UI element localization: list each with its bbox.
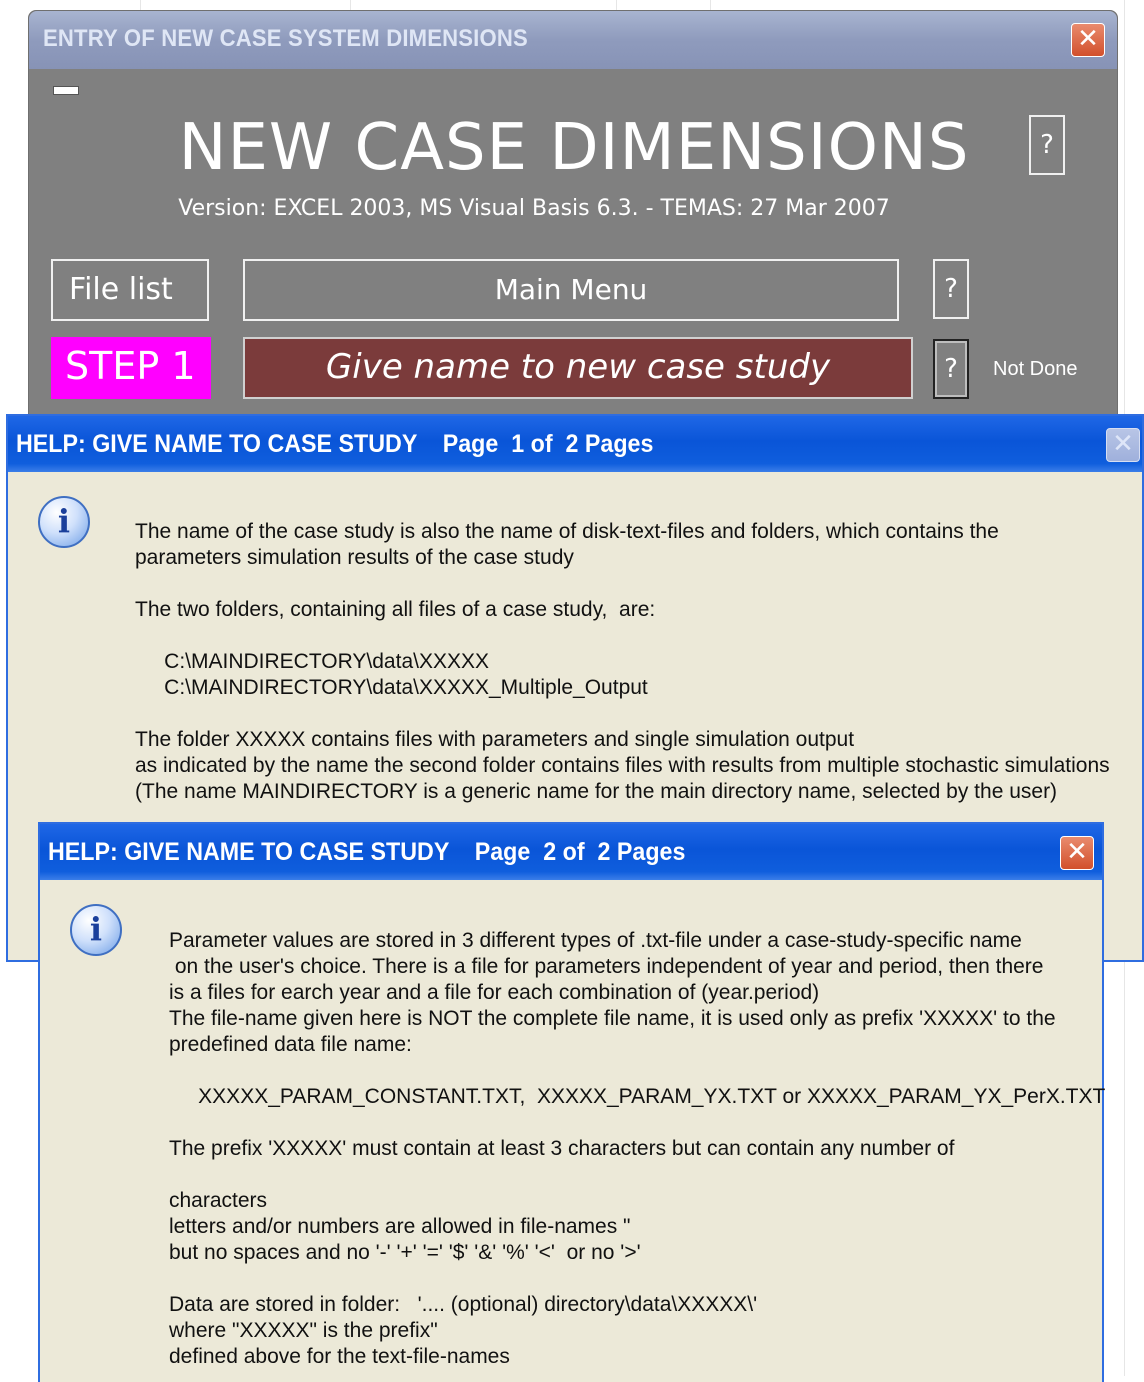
help2-close-button[interactable]: ✕ [1060, 836, 1094, 870]
help-line: C:\MAINDIRECTORY\data\XXXXX_Multiple_Out… [135, 676, 648, 699]
help-window-page-2: HELP: GIVE NAME TO CASE STUDY Page 2 of … [38, 822, 1105, 1382]
help-line [169, 1266, 1105, 1292]
help-line: (The name MAINDIRECTORY is a generic nam… [135, 780, 1058, 803]
help-line: XXXXX_PARAM_CONSTANT.TXT, XXXXX_PARAM_YX… [169, 1085, 1106, 1108]
main-window-close-button[interactable]: ✕ [1071, 23, 1105, 57]
help-line: characters [169, 1189, 268, 1212]
page-title: NEW CASE DIMENSIONS [178, 111, 970, 185]
help-line [169, 1110, 1105, 1136]
help-line: defined above for the text-file-names [169, 1345, 510, 1368]
main-menu-button[interactable]: Main Menu [243, 259, 899, 321]
help2-titlebar[interactable]: HELP: GIVE NAME TO CASE STUDY Page 2 of … [40, 824, 1102, 880]
help-line: The file-name given here is NOT the comp… [169, 1007, 1056, 1030]
help1-title: HELP: GIVE NAME TO CASE STUDY Page 1 of … [16, 430, 654, 458]
help2-body: Parameter values are stored in 3 differe… [169, 928, 1105, 1370]
file-list-button[interactable]: File list [51, 259, 209, 321]
help-line: where "XXXXX" is the prefix" [169, 1319, 438, 1342]
help-line: The prefix 'XXXXX' must contain at least… [169, 1137, 955, 1160]
help-line: as indicated by the name the second fold… [135, 754, 1110, 777]
help-line: on the user's choice. There is a file fo… [169, 955, 1044, 978]
help-line: parameters simulation results of the cas… [135, 546, 574, 569]
step-label: STEP 1 [51, 337, 211, 399]
help-line: is a files for earch year and a file for… [169, 981, 820, 1004]
help1-close-button[interactable]: ✕ [1106, 428, 1140, 462]
help-line [169, 1058, 1105, 1084]
info-icon: i [38, 496, 90, 548]
help-line: but no spaces and no '-' '+' '=' '$' '&'… [169, 1241, 641, 1264]
help-line [135, 623, 1110, 649]
give-name-button[interactable]: Give name to new case study [243, 337, 913, 399]
help-line: letters and/or numbers are allowed in fi… [169, 1215, 631, 1238]
give-name-help-button[interactable]: ? [933, 339, 969, 399]
help-line [135, 571, 1110, 597]
help-line: The folder XXXXX contains files with par… [135, 728, 855, 751]
main-window-title: ENTRY OF NEW CASE SYSTEM DIMENSIONS [43, 25, 528, 52]
help-line: predefined data file name: [169, 1033, 412, 1056]
help-line: Parameter values are stored in 3 differe… [169, 929, 1022, 952]
help-line [169, 1162, 1105, 1188]
help-line [135, 701, 1110, 727]
version-text: Version: EXCEL 2003, MS Visual Basis 6.3… [178, 196, 890, 221]
help1-body: The name of the case study is also the n… [135, 519, 1110, 805]
heading-help-button[interactable]: ? [1029, 115, 1065, 175]
help-line: Data are stored in folder: '.... (option… [169, 1293, 758, 1316]
help2-title: HELP: GIVE NAME TO CASE STUDY Page 2 of … [48, 838, 686, 866]
help-line: The name of the case study is also the n… [135, 520, 999, 543]
help-line: C:\MAINDIRECTORY\data\XXXXX [135, 650, 489, 673]
main-window-titlebar[interactable]: ENTRY OF NEW CASE SYSTEM DIMENSIONS ✕ [29, 11, 1117, 69]
step-status: Not Done [993, 358, 1078, 380]
main-menu-help-button[interactable]: ? [933, 259, 969, 319]
help-line: The two folders, containing all files of… [135, 598, 656, 621]
help1-titlebar[interactable]: HELP: GIVE NAME TO CASE STUDY Page 1 of … [8, 416, 1142, 472]
new-case-dimensions-window: ENTRY OF NEW CASE SYSTEM DIMENSIONS ✕ NE… [28, 10, 1118, 442]
minimize-bar[interactable] [53, 86, 79, 95]
info-icon: i [70, 904, 122, 956]
